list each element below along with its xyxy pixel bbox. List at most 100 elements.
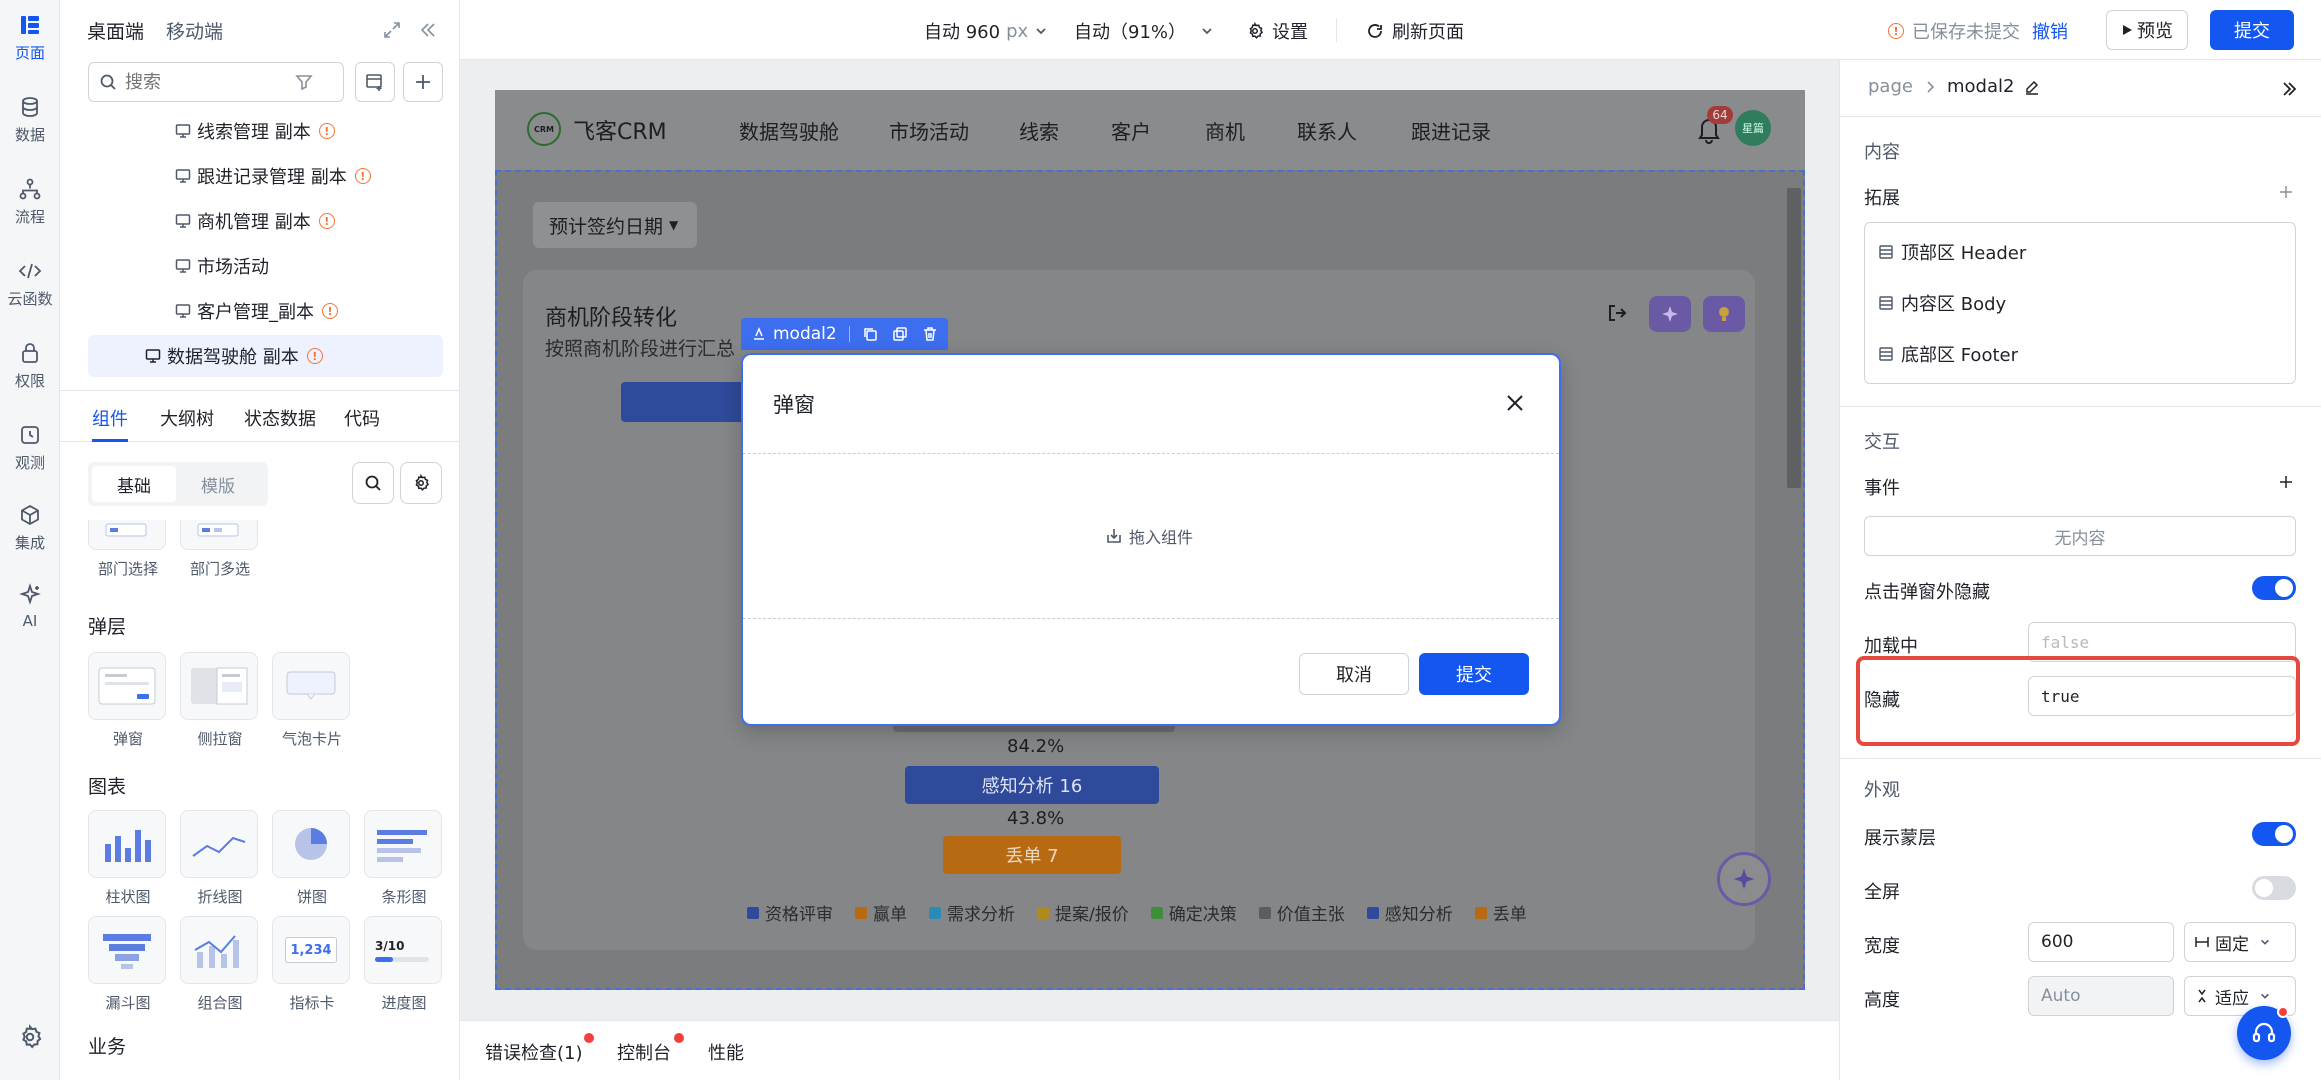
component-funnel-chart[interactable]: 漏斗图 [88, 916, 168, 1013]
modal-cancel-button[interactable]: 取消 [1299, 653, 1409, 695]
tab-components[interactable]: 组件 [92, 405, 128, 431]
delete-icon[interactable] [922, 326, 938, 342]
height-prop-input[interactable]: Auto [2028, 976, 2174, 1016]
fullscreen-toggle[interactable] [2252, 876, 2296, 900]
add-extend-icon[interactable] [2278, 184, 2294, 200]
tree-item-page[interactable]: 线索管理 副本! [90, 110, 460, 152]
tree-item-page[interactable]: 市场活动 [90, 245, 460, 287]
events-empty[interactable]: 无内容 [1864, 516, 2296, 556]
legend-item[interactable]: 感知分析 [1366, 900, 1453, 925]
component-kpi-card[interactable]: 1,234 指标卡 [272, 916, 352, 1013]
search-box[interactable] [88, 62, 344, 102]
legend-item[interactable]: 需求分析 [929, 900, 1015, 925]
slot-footer[interactable]: 底部区 Footer [1879, 341, 2018, 367]
export-icon[interactable] [1606, 302, 1628, 324]
collapse-right-icon[interactable] [2280, 80, 2298, 98]
component-progress[interactable]: 3/10 进度图 [364, 916, 444, 1013]
legend-item[interactable]: 赢单 [855, 900, 907, 925]
component-hbar-chart[interactable]: 条形图 [364, 810, 444, 907]
rail-item-permission[interactable]: 权限 [0, 340, 60, 391]
search-input[interactable] [125, 71, 295, 93]
component-line-chart[interactable]: 折线图 [180, 810, 260, 907]
slot-header[interactable]: 顶部区 Header [1879, 239, 2026, 265]
tree-item-page-selected[interactable]: 数据驾驶舱 副本! [88, 335, 443, 377]
nav-item-followups[interactable]: 跟进记录 [1411, 116, 1491, 145]
tab-performance[interactable]: 性能 [708, 1039, 744, 1065]
scrollbar-thumb[interactable] [1787, 188, 1801, 488]
submit-button[interactable]: 提交 [2210, 10, 2294, 50]
rail-item-ai[interactable]: AI [0, 582, 60, 630]
segment-basic[interactable]: 基础 [92, 466, 176, 502]
filter-icon[interactable] [295, 73, 313, 91]
nav-item-opportunities[interactable]: 商机 [1205, 116, 1245, 145]
legend-item[interactable]: 确定决策 [1150, 900, 1237, 925]
slot-body[interactable]: 内容区 Body [1879, 290, 2006, 316]
rail-item-integration[interactable]: 集成 [0, 502, 60, 553]
legend-item[interactable]: 价值主张 [1258, 900, 1345, 925]
legend-item[interactable]: 丢单 [1474, 900, 1527, 925]
close-icon[interactable] [1505, 393, 1525, 413]
duplicate-icon[interactable] [892, 326, 908, 342]
tab-console[interactable]: 控制台 [617, 1039, 671, 1065]
component-drawer[interactable]: 侧拉窗 [180, 652, 260, 749]
modal-body-dropzone[interactable]: 拖入组件 [743, 453, 1559, 619]
component-popover[interactable]: 气泡卡片 [272, 652, 352, 749]
hidden-input[interactable]: true [2028, 676, 2296, 716]
width-prop-input[interactable]: 600 [2028, 922, 2174, 962]
width-mode-select[interactable]: 固定 [2184, 922, 2296, 962]
ai-magic-button[interactable] [1649, 296, 1691, 332]
legend-item[interactable]: 提案/报价 [1037, 900, 1129, 925]
collapse-panel-icon[interactable] [418, 20, 438, 40]
rail-item-observe[interactable]: 观测 [0, 422, 60, 473]
tree-item-page[interactable]: 客户管理_副本! [90, 290, 460, 332]
segment-template[interactable]: 模版 [176, 466, 260, 502]
tree-item-page[interactable]: 跟进记录管理 副本! [90, 155, 460, 197]
add-event-icon[interactable] [2278, 474, 2294, 490]
component-search-button[interactable] [352, 462, 394, 504]
avatar[interactable]: 星篇 [1735, 110, 1771, 146]
component-dept-select[interactable]: 部门选择 [88, 520, 168, 579]
component-bar-chart[interactable]: 柱状图 [88, 810, 168, 907]
copy-icon[interactable] [862, 326, 878, 342]
rail-item-cloud-function[interactable]: 云函数 [0, 258, 60, 309]
rail-item-page[interactable]: 页面 [0, 12, 60, 63]
edit-icon[interactable] [2024, 79, 2040, 95]
modal-submit-button[interactable]: 提交 [1419, 653, 1529, 695]
component-dept-multi-select[interactable]: 部门多选 [180, 520, 260, 579]
show-mask-toggle[interactable] [2252, 822, 2296, 846]
ai-assistant-fab[interactable] [1717, 852, 1771, 906]
legend-item[interactable]: 资格评审 [747, 900, 833, 925]
date-filter[interactable]: 预计签约日期 ▼ [533, 202, 697, 248]
component-settings-button[interactable] [400, 462, 442, 504]
nav-item-contacts[interactable]: 联系人 [1297, 116, 1357, 145]
nav-item-marketing[interactable]: 市场活动 [889, 116, 969, 145]
nav-item-customers[interactable]: 客户 [1111, 116, 1151, 145]
refresh-button[interactable]: 刷新页面 [1366, 18, 1464, 44]
tab-outline[interactable]: 大纲树 [160, 405, 214, 431]
zoom-selector[interactable]: 自动（91%） [1074, 18, 1214, 44]
nav-item-leads[interactable]: 线索 [1019, 116, 1059, 145]
breadcrumb-root[interactable]: page [1868, 76, 1913, 97]
component-pie-chart[interactable]: 饼图 [272, 810, 352, 907]
expand-icon[interactable] [382, 20, 402, 40]
modal-dialog[interactable]: 弹窗 拖入组件 取消 提交 [741, 353, 1561, 726]
tab-desktop[interactable]: 桌面端 [87, 17, 144, 44]
tab-code[interactable]: 代码 [344, 405, 380, 431]
tab-mobile[interactable]: 移动端 [166, 17, 223, 44]
rail-item-flow[interactable]: 流程 [0, 176, 60, 227]
settings-button[interactable]: 设置 [1246, 18, 1308, 44]
settings-gear-icon[interactable] [17, 1024, 43, 1050]
component-combo-chart[interactable]: 组合图 [180, 916, 260, 1013]
ai-insight-button[interactable] [1703, 296, 1745, 332]
add-page-button[interactable] [403, 62, 443, 102]
tab-state[interactable]: 状态数据 [244, 405, 316, 431]
nav-item-dashboard[interactable]: 数据驾驶舱 [739, 116, 839, 145]
tree-item-page[interactable]: 商机管理 副本! [90, 200, 460, 242]
rail-item-data[interactable]: 数据 [0, 94, 60, 145]
canvas-scrollbar[interactable] [1787, 178, 1801, 978]
preview-button[interactable]: 预览 [2106, 10, 2188, 50]
width-selector[interactable]: 自动 960 px [924, 18, 1048, 44]
mask-close-toggle[interactable] [2252, 576, 2296, 600]
undo-link[interactable]: 撤销 [2032, 18, 2068, 44]
tab-error-check[interactable]: 错误检查(1) [485, 1039, 583, 1065]
